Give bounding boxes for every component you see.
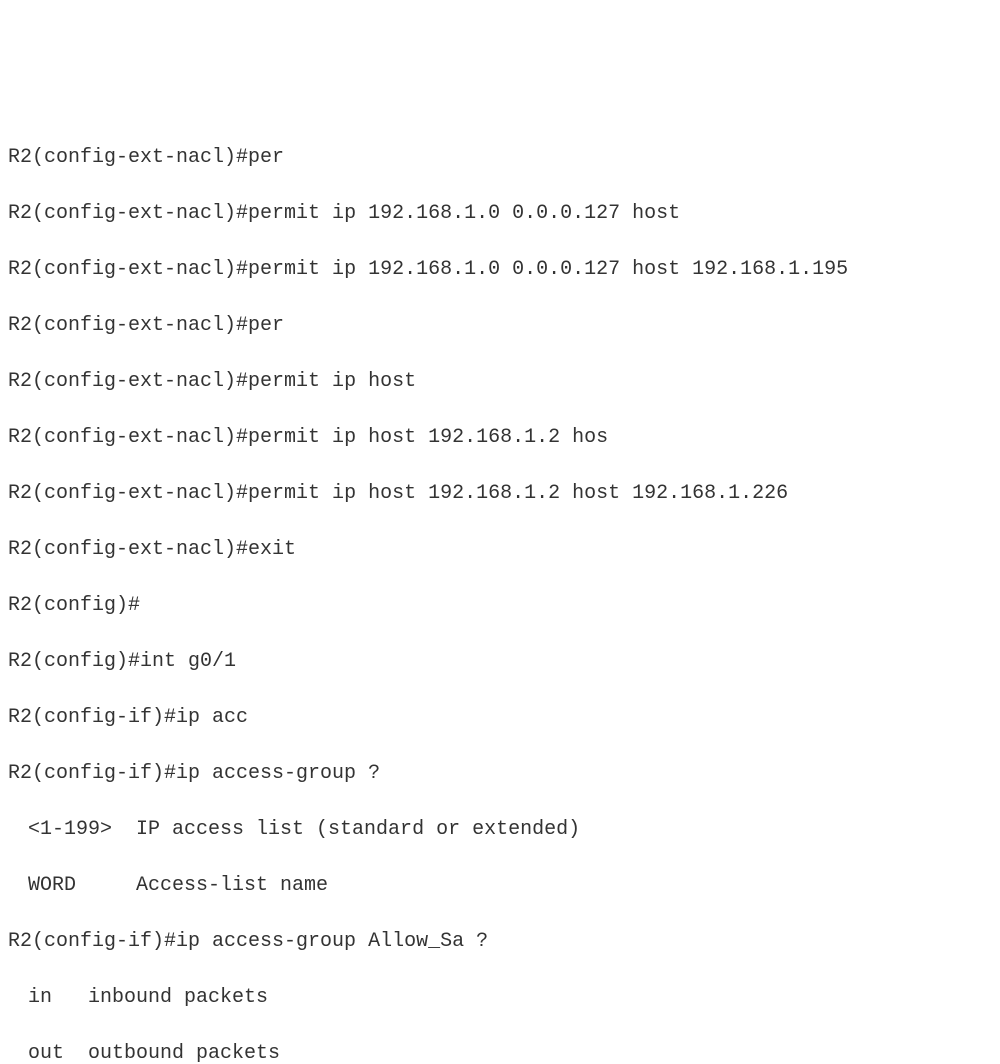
cli-prompt: R2(config-ext-nacl)# [8,146,248,169]
cli-prompt: R2(config-ext-nacl)# [8,538,248,561]
terminal-line: R2(config)#int g0/1 [8,648,992,676]
cli-prompt: R2(config-if)# [8,706,176,729]
cli-command: permit ip host 192.168.1.2 hos [248,426,608,449]
terminal-line: R2(config-ext-nacl)#per [8,312,992,340]
cli-prompt: R2(config-ext-nacl)# [8,426,248,449]
cli-prompt: R2(config-if)# [8,762,176,785]
cli-command: ip access-group Allow_Sa ? [176,930,488,953]
terminal-line: R2(config-ext-nacl)#permit ip host 192.1… [8,480,992,508]
cli-command: ip acc [176,706,248,729]
cli-command: int g0/1 [140,650,236,673]
cli-prompt: R2(config)# [8,650,140,673]
terminal-line: R2(config-ext-nacl)#permit ip host 192.1… [8,424,992,452]
terminal-line: R2(config-if)#ip access-group Allow_Sa ? [8,928,992,956]
terminal-line: R2(config-ext-nacl)#permit ip 192.168.1.… [8,256,992,284]
cli-command: per [248,314,284,337]
cli-prompt: R2(config)# [8,594,140,617]
terminal-line: R2(config-if)#ip access-group ? [8,760,992,788]
cli-prompt: R2(config-ext-nacl)# [8,482,248,505]
help-output-line: in inbound packets [8,984,992,1012]
terminal-line: R2(config-ext-nacl)#exit [8,536,992,564]
cli-command: permit ip host 192.168.1.2 host 192.168.… [248,482,788,505]
cli-prompt: R2(config-ext-nacl)# [8,370,248,393]
cli-command: ip access-group ? [176,762,380,785]
terminal-output[interactable]: R2(config-ext-nacl)#per R2(config-ext-na… [8,116,992,1064]
cli-command: permit ip host [248,370,416,393]
cli-command: permit ip 192.168.1.0 0.0.0.127 host 192… [248,258,848,281]
cli-prompt: R2(config-ext-nacl)# [8,314,248,337]
terminal-line: R2(config-ext-nacl)#permit ip host [8,368,992,396]
cli-command: exit [248,538,296,561]
cli-prompt: R2(config-if)# [8,930,176,953]
cli-prompt: R2(config-ext-nacl)# [8,202,248,225]
cli-prompt: R2(config-ext-nacl)# [8,258,248,281]
cli-command: per [248,146,284,169]
terminal-line: R2(config-ext-nacl)#permit ip 192.168.1.… [8,200,992,228]
help-output-line: out outbound packets [8,1040,992,1064]
help-output-line: WORD Access-list name [8,872,992,900]
terminal-line: R2(config-if)#ip acc [8,704,992,732]
help-output-line: <1-199> IP access list (standard or exte… [8,816,992,844]
terminal-line: R2(config)# [8,592,992,620]
cli-command: permit ip 192.168.1.0 0.0.0.127 host [248,202,680,225]
terminal-line: R2(config-ext-nacl)#per [8,144,992,172]
